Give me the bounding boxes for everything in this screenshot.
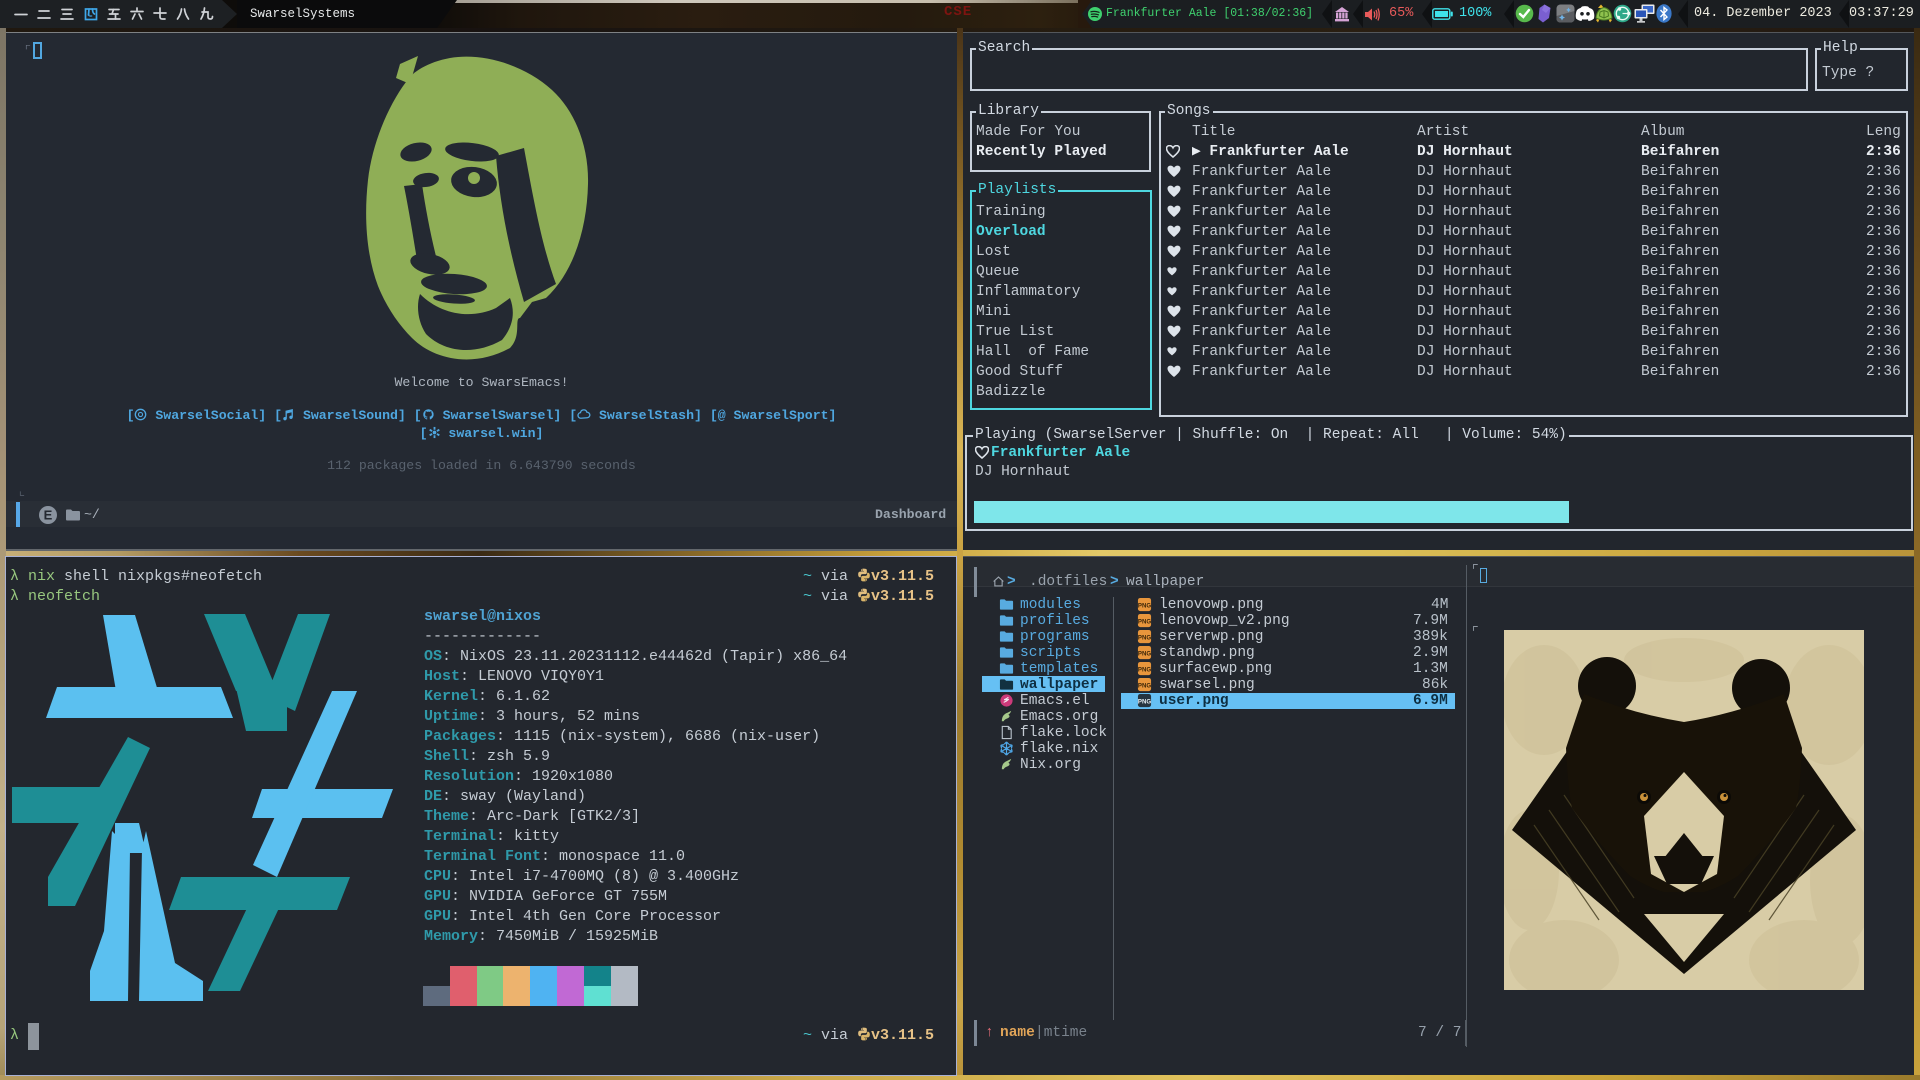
- svg-text:PNG: PNG: [1138, 650, 1151, 657]
- svg-text:E: E: [44, 508, 53, 523]
- svg-text:PNG: PNG: [1138, 634, 1151, 641]
- svg-text:PNG: PNG: [1138, 602, 1151, 609]
- svg-text:PNG: PNG: [1138, 666, 1151, 673]
- svg-text:PNG: PNG: [1138, 618, 1151, 625]
- svg-text:PNG: PNG: [1138, 682, 1151, 689]
- svg-text:PNG: PNG: [1138, 698, 1151, 705]
